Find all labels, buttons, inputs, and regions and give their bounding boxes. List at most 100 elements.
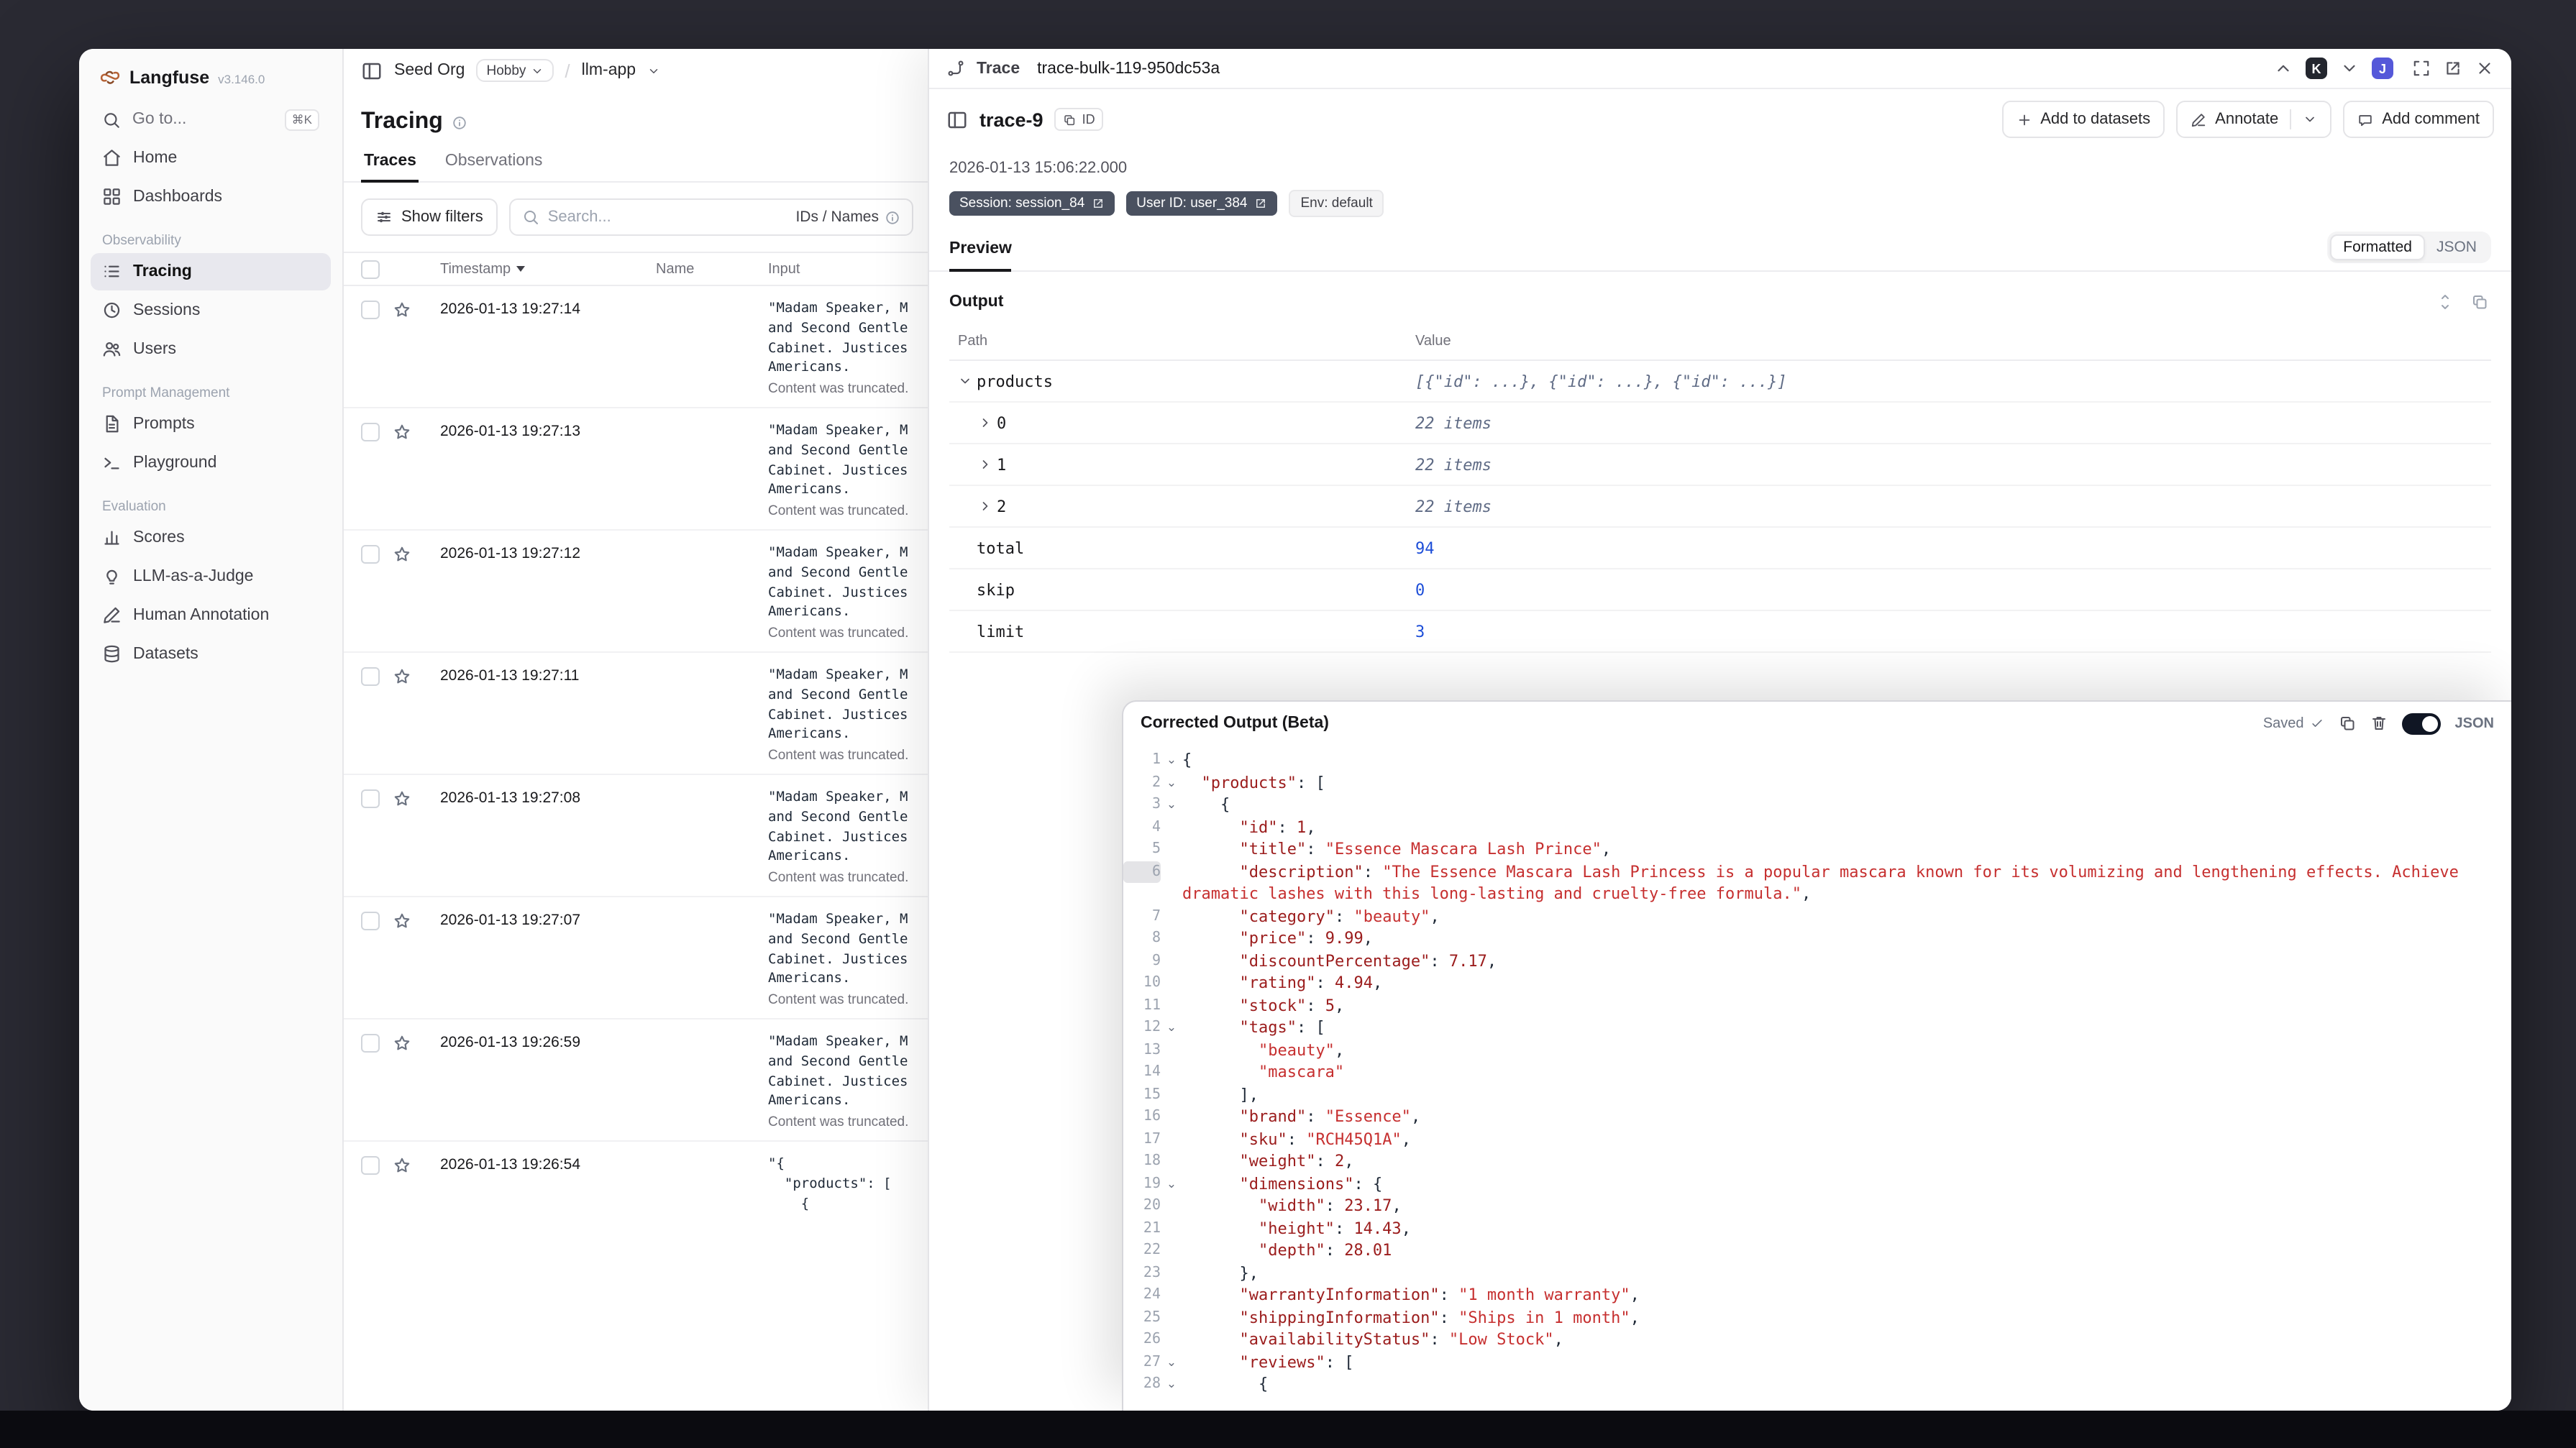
goto-search[interactable]: Go to... ⌘K <box>91 101 331 138</box>
row-checkbox[interactable] <box>361 912 380 930</box>
copy-icon[interactable] <box>2471 293 2488 311</box>
code-line[interactable]: 17 "sku": "RCH45Q1A", <box>1123 1128 2511 1150</box>
code-line[interactable]: 1 ⌄{ <box>1123 749 2511 771</box>
chevron-right-icon[interactable] <box>978 416 997 430</box>
chevron-down-icon[interactable] <box>958 374 977 388</box>
tab-traces[interactable]: Traces <box>361 147 419 183</box>
name-column-header[interactable]: Name <box>656 261 768 277</box>
sidebar-item-datasets[interactable]: Datasets <box>91 636 331 673</box>
table-row[interactable]: 2026-01-13 19:26:54 "{ "products": [ { <box>344 1142 931 1411</box>
code-line[interactable]: 19 ⌄ "dimensions": { <box>1123 1173 2511 1195</box>
output-row-products[interactable]: products [{"id": ...}, {"id": ...}, {"id"… <box>949 361 2491 403</box>
fold-chevron-icon[interactable]: ⌄ <box>1161 794 1182 816</box>
output-row-1[interactable]: 1 22 items <box>949 444 2491 486</box>
chevron-right-icon[interactable] <box>978 457 997 472</box>
sidebar-item-users[interactable]: Users <box>91 331 331 368</box>
star-icon[interactable] <box>393 912 411 930</box>
code-line[interactable]: 12 ⌄ "tags": [ <box>1123 1017 2511 1039</box>
chevron-down-icon[interactable] <box>2303 112 2317 127</box>
fold-chevron-icon[interactable]: ⌄ <box>1161 771 1182 794</box>
code-line[interactable]: 9 "discountPercentage": 7.17, <box>1123 950 2511 972</box>
table-row[interactable]: 2026-01-13 19:27:12 "Madam Speaker, M and … <box>344 531 931 653</box>
sidebar-item-dashboards[interactable]: Dashboards <box>91 178 331 216</box>
show-filters-button[interactable]: Show filters <box>361 198 498 236</box>
code-line[interactable]: 21 "height": 14.43, <box>1123 1217 2511 1239</box>
code-line[interactable]: 26 "availabilityStatus": "Low Stock", <box>1123 1329 2511 1351</box>
code-line[interactable]: 20 "width": 23.17, <box>1123 1195 2511 1217</box>
row-checkbox[interactable] <box>361 1034 380 1053</box>
add-to-datasets-button[interactable]: Add to datasets <box>2001 101 2165 138</box>
star-icon[interactable] <box>393 545 411 564</box>
code-line[interactable]: 11 "stock": 5, <box>1123 994 2511 1017</box>
code-line[interactable]: 4 "id": 1, <box>1123 816 2511 838</box>
tab-observations[interactable]: Observations <box>442 147 546 181</box>
code-line[interactable]: 13 "beauty", <box>1123 1039 2511 1061</box>
copy-icon[interactable] <box>2339 715 2356 732</box>
copy-id-button[interactable]: ID <box>1054 108 1104 131</box>
plan-badge[interactable]: Hobby <box>476 59 554 82</box>
annotate-button[interactable]: Annotate <box>2176 101 2332 138</box>
sidebar-toggle-icon[interactable] <box>361 60 383 81</box>
fold-chevron-icon[interactable]: ⌄ <box>1161 749 1182 771</box>
star-icon[interactable] <box>393 1034 411 1053</box>
fold-chevron-icon[interactable]: ⌄ <box>1161 1351 1182 1373</box>
sidebar-item-prompts[interactable]: Prompts <box>91 405 331 443</box>
format-formatted-button[interactable]: Formatted <box>2330 234 2425 260</box>
sidebar-item-llm-as-a-judge[interactable]: LLM-as-a-Judge <box>91 558 331 595</box>
sidebar-item-scores[interactable]: Scores <box>91 519 331 556</box>
open-in-new-button[interactable] <box>2444 59 2462 78</box>
code-line[interactable]: 10 "rating": 4.94, <box>1123 972 2511 994</box>
expand-all-icon[interactable] <box>2436 293 2454 311</box>
fold-chevron-icon[interactable]: ⌄ <box>1161 1017 1182 1039</box>
timestamp-column-header[interactable]: Timestamp <box>440 261 656 277</box>
code-line[interactable]: 8 "price": 9.99, <box>1123 927 2511 950</box>
fold-chevron-icon[interactable]: ⌄ <box>1161 1173 1182 1195</box>
code-line[interactable]: 2 ⌄ "products": [ <box>1123 771 2511 794</box>
info-icon[interactable] <box>452 114 467 130</box>
code-line[interactable]: 6 "description": "The Essence Mascara La… <box>1123 861 2511 905</box>
row-checkbox[interactable] <box>361 789 380 808</box>
fold-chevron-icon[interactable]: ⌄ <box>1161 1373 1182 1396</box>
star-icon[interactable] <box>393 789 411 808</box>
star-icon[interactable] <box>393 301 411 319</box>
add-comment-button[interactable]: Add comment <box>2343 101 2494 138</box>
format-json-button[interactable]: JSON <box>2425 236 2488 259</box>
row-checkbox[interactable] <box>361 423 380 441</box>
input-column-header[interactable]: Input <box>768 261 931 277</box>
org-name[interactable]: Seed Org <box>394 62 465 79</box>
tab-preview[interactable]: Preview <box>949 240 1012 272</box>
chevron-right-icon[interactable] <box>978 499 997 513</box>
search-input[interactable] <box>547 209 787 226</box>
nav-up-button[interactable] <box>2274 59 2293 78</box>
star-icon[interactable] <box>393 667 411 686</box>
badge-session-session-84[interactable]: Session: session_84 <box>949 191 1115 216</box>
code-line[interactable]: 5 "title": "Essence Mascara Lash Prince"… <box>1123 838 2511 861</box>
star-icon[interactable] <box>393 423 411 441</box>
json-toggle[interactable] <box>2401 712 2441 734</box>
project-name[interactable]: llm-app <box>582 62 636 79</box>
code-line[interactable]: 24 "warrantyInformation": "1 month warra… <box>1123 1284 2511 1306</box>
row-checkbox[interactable] <box>361 1156 380 1175</box>
search-box[interactable]: IDs / Names <box>508 198 913 236</box>
code-line[interactable]: 16 "brand": "Essence", <box>1123 1106 2511 1128</box>
row-checkbox[interactable] <box>361 667 380 686</box>
json-editor[interactable]: 1 ⌄{2 ⌄ "products": [3 ⌄ {4 "id": 1, 5 "titl… <box>1123 745 2511 1411</box>
code-line[interactable]: 25 "shippingInformation": "Ships in 1 mo… <box>1123 1306 2511 1329</box>
table-row[interactable]: 2026-01-13 19:27:14 "Madam Speaker, M and … <box>344 286 931 408</box>
row-checkbox[interactable] <box>361 301 380 319</box>
code-line[interactable]: 14 "mascara" <box>1123 1061 2511 1083</box>
code-line[interactable]: 28 ⌄ { <box>1123 1373 2511 1396</box>
table-row[interactable]: 2026-01-13 19:27:11 "Madam Speaker, M and … <box>344 653 931 775</box>
sidebar-item-tracing[interactable]: Tracing <box>91 253 331 290</box>
code-line[interactable]: 7 "category": "beauty", <box>1123 905 2511 927</box>
table-row[interactable]: 2026-01-13 19:26:59 "Madam Speaker, M and … <box>344 1019 931 1142</box>
badge-user-id-user-384[interactable]: User ID: user_384 <box>1126 191 1278 216</box>
expand-button[interactable] <box>2412 59 2431 78</box>
tree-toggle-icon[interactable] <box>946 109 968 130</box>
close-button[interactable] <box>2475 59 2494 78</box>
output-row-0[interactable]: 0 22 items <box>949 403 2491 444</box>
star-icon[interactable] <box>393 1156 411 1175</box>
sidebar-item-home[interactable]: Home <box>91 139 331 177</box>
table-row[interactable]: 2026-01-13 19:27:08 "Madam Speaker, M and … <box>344 775 931 897</box>
table-row[interactable]: 2026-01-13 19:27:07 "Madam Speaker, M and … <box>344 897 931 1019</box>
